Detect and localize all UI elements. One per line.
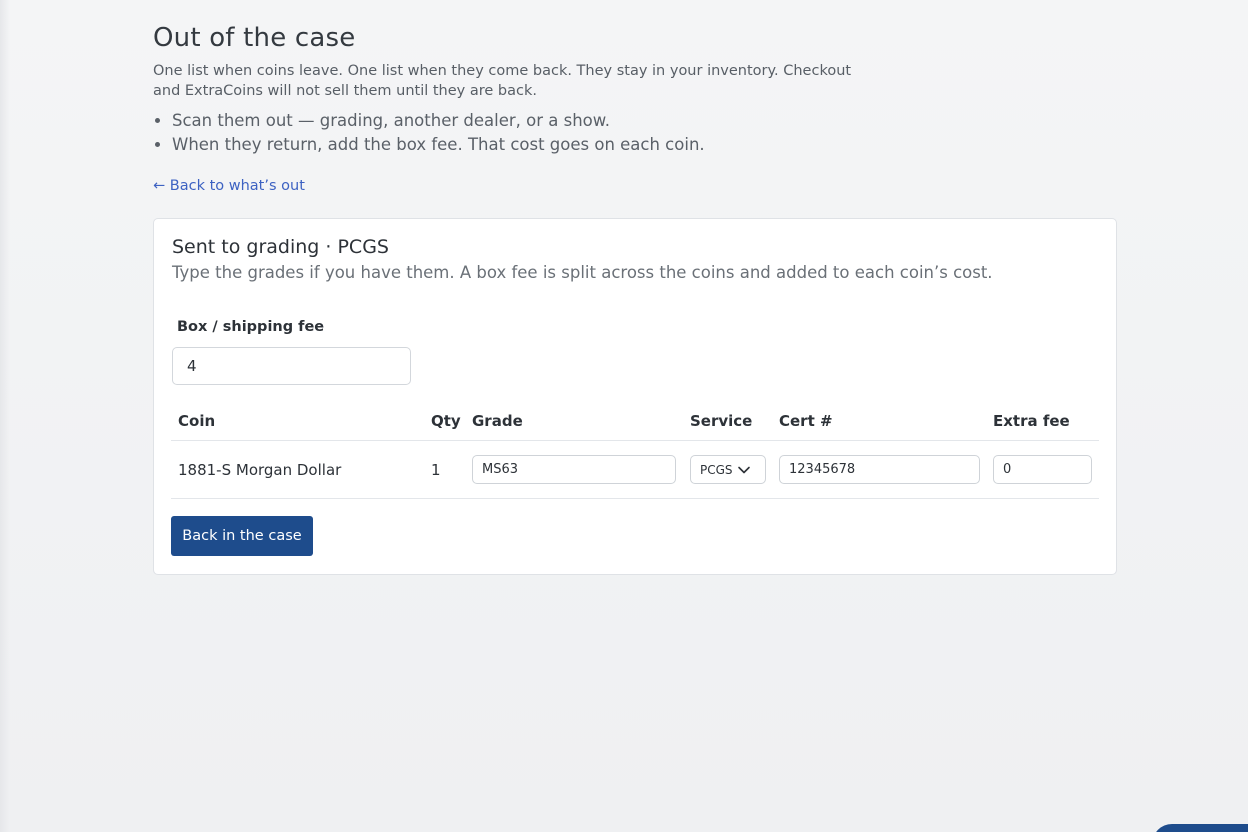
card-subtitle: Type the grades if you have them. A box … bbox=[172, 263, 993, 282]
cert-number-input[interactable] bbox=[779, 455, 980, 484]
main-content: Out of the case One list when coins leav… bbox=[153, 20, 1117, 575]
extra-fee-input[interactable] bbox=[993, 455, 1092, 484]
service-select-value: PCGS bbox=[700, 463, 733, 477]
back-in-the-case-button[interactable]: Back in the case bbox=[171, 516, 313, 556]
column-header-cert: Cert # bbox=[779, 412, 833, 430]
box-fee-input[interactable] bbox=[172, 347, 411, 385]
page: Out of the case One list when coins leav… bbox=[0, 0, 1248, 832]
service-select[interactable]: PCGS bbox=[690, 455, 766, 484]
page-title: Out of the case bbox=[153, 23, 356, 53]
left-edge-shade bbox=[0, 0, 10, 832]
column-header-service: Service bbox=[690, 412, 753, 430]
card-title: Sent to grading · PCGS bbox=[172, 236, 389, 258]
column-header-coin: Coin bbox=[178, 412, 216, 430]
grading-batch-card: Sent to grading · PCGS Type the grades i… bbox=[153, 218, 1117, 575]
instruction-item: When they return, add the box fee. That … bbox=[172, 133, 1117, 157]
table-row: 1881-S Morgan Dollar 1 PCGS bbox=[171, 441, 1099, 499]
instruction-item: Scan them out — grading, another dealer,… bbox=[172, 109, 1117, 133]
instruction-list: Scan them out — grading, another dealer,… bbox=[153, 109, 1117, 157]
table-header: Coin Qty Grade Service Cert # Extra fee bbox=[171, 400, 1099, 441]
coin-qty: 1 bbox=[431, 461, 441, 479]
grade-input[interactable] bbox=[472, 455, 676, 484]
intro-text: One list when coins leave. One list when… bbox=[153, 63, 852, 99]
column-header-grade: Grade bbox=[472, 412, 523, 430]
box-fee-label: Box / shipping fee bbox=[177, 319, 325, 335]
corner-action-button[interactable] bbox=[1152, 824, 1248, 832]
chevron-down-icon bbox=[738, 466, 750, 474]
coins-table: Coin Qty Grade Service Cert # Extra fee … bbox=[171, 400, 1099, 499]
column-header-extra-fee: Extra fee bbox=[993, 412, 1070, 430]
column-header-qty: Qty bbox=[431, 412, 461, 430]
coin-name: 1881-S Morgan Dollar bbox=[178, 461, 342, 479]
back-to-whats-out-link[interactable]: ← Back to what’s out bbox=[153, 177, 305, 195]
